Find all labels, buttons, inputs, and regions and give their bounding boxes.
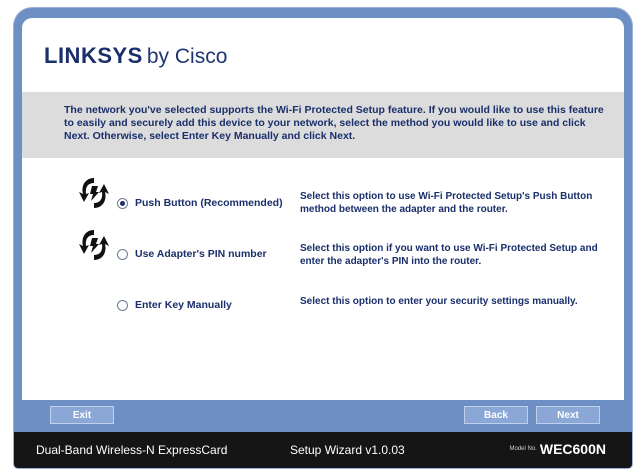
option-desc-adapter-pin: Select this option if you want to use Wi… (300, 243, 598, 267)
logo-brand: LINKSYS (44, 43, 143, 68)
intro-text: The network you've selected supports the… (64, 104, 604, 142)
option-enter-key-manually: Enter Key Manually Select this option to… (22, 284, 624, 334)
footer-bar: Dual-Band Wireless-N ExpressCard Setup W… (14, 432, 632, 468)
model-info: Model No. WEC600N (510, 440, 607, 458)
intro-banner: The network you've selected supports the… (22, 92, 624, 158)
radio-push-button[interactable] (117, 198, 128, 209)
wps-icon (79, 230, 109, 260)
radio-adapter-pin[interactable] (117, 249, 128, 260)
back-button[interactable]: Back (464, 406, 528, 424)
wps-icon (79, 178, 109, 208)
exit-button[interactable]: Exit (50, 406, 114, 424)
option-label-enter-key-manually[interactable]: Enter Key Manually (135, 299, 232, 311)
option-label-adapter-pin[interactable]: Use Adapter's PIN number (135, 248, 267, 260)
content-panel: LINKSYS by Cisco The network you've selec… (22, 18, 624, 400)
option-adapter-pin: Use Adapter's PIN number Select this opt… (22, 228, 624, 278)
model-label: Model No. (509, 445, 537, 452)
next-button[interactable]: Next (536, 406, 600, 424)
radio-enter-key-manually[interactable] (117, 300, 128, 311)
option-desc-push-button: Select this option to use Wi-Fi Protecte… (300, 191, 593, 215)
product-name: Dual-Band Wireless-N ExpressCard (36, 443, 228, 457)
button-bar: Exit Back Next (14, 400, 632, 430)
option-label-push-button[interactable]: Push Button (Recommended) (135, 197, 283, 209)
wizard-version: Setup Wizard v1.0.03 (290, 443, 405, 457)
setup-wizard-window: LINKSYS by Cisco The network you've selec… (14, 8, 632, 468)
option-desc-enter-key-manually: Select this option to enter your securit… (300, 296, 578, 307)
linksys-logo: LINKSYS by Cisco (44, 44, 227, 68)
model-number: WEC600N (539, 440, 606, 457)
option-push-button: Push Button (Recommended) Select this op… (22, 178, 624, 228)
logo-suffix: by Cisco (146, 45, 228, 68)
